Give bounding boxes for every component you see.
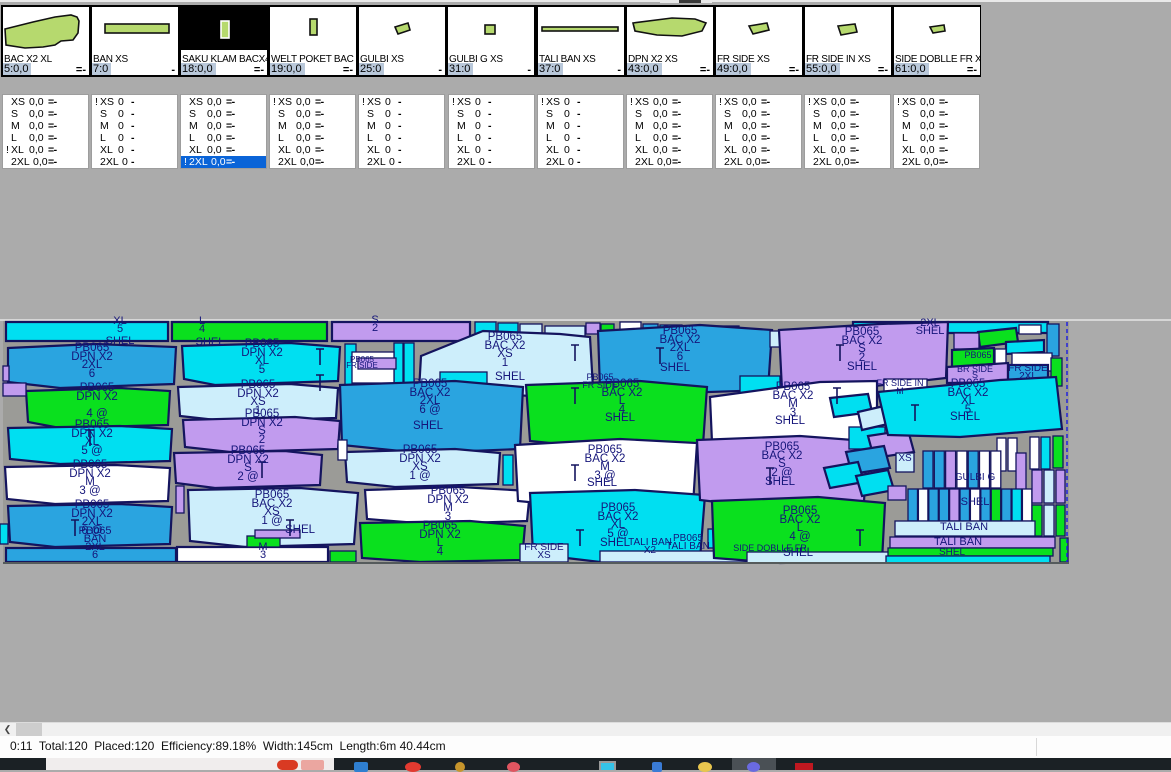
svg-text:SHEL: SHEL [939, 547, 966, 558]
svg-text:1: 1 [502, 357, 508, 369]
svg-text:SHEL: SHEL [847, 361, 878, 373]
svg-text:1 @: 1 @ [261, 515, 282, 527]
svg-text:TALI BAN: TALI BAN [940, 521, 988, 533]
svg-text:4: 4 [437, 546, 444, 558]
svg-text:4 @: 4 @ [789, 531, 810, 543]
svg-text:SHEL: SHEL [413, 420, 444, 432]
svg-text:5: 5 [117, 323, 123, 335]
svg-text:PB065: PB065 [964, 350, 991, 360]
svg-text:SHEL: SHEL [916, 325, 945, 337]
svg-text:2: 2 [372, 322, 378, 334]
svg-text:GULBI G: GULBI G [955, 472, 996, 483]
svg-text:1 @: 1 @ [409, 470, 430, 482]
svg-text:SHEL: SHEL [106, 335, 135, 347]
svg-text:S: S [972, 370, 978, 380]
svg-text:6: 6 [89, 368, 95, 380]
svg-text:3: 3 [260, 549, 266, 561]
svg-text:XS: XS [537, 550, 551, 561]
svg-text:SHEL: SHEL [495, 371, 526, 383]
svg-text:SHEL: SHEL [961, 496, 990, 508]
svg-text:SHEL: SHEL [950, 411, 981, 423]
svg-text:SHEL: SHEL [196, 336, 225, 348]
svg-text:XS: XS [898, 453, 912, 464]
svg-text:SHEL: SHEL [600, 537, 631, 549]
svg-text:SIDE DOBLLE FR: SIDE DOBLLE FR [733, 543, 807, 553]
svg-text:FR SIDE: FR SIDE [582, 380, 618, 390]
svg-text:2 @: 2 @ [237, 471, 258, 483]
svg-text:5 @: 5 @ [81, 445, 102, 457]
svg-text:DPN X2: DPN X2 [76, 391, 118, 403]
svg-text:SHEL: SHEL [285, 524, 316, 536]
svg-text:SHEL: SHEL [587, 477, 618, 489]
svg-text:6 @: 6 @ [419, 404, 440, 416]
svg-text:X2: X2 [644, 545, 657, 556]
svg-text:5: 5 [259, 364, 265, 376]
svg-text:2XL: 2XL [1019, 371, 1037, 382]
svg-text:6: 6 [92, 549, 98, 561]
svg-text:SHEL: SHEL [765, 476, 796, 488]
svg-text:FR SIDE: FR SIDE [346, 361, 378, 370]
svg-text:4: 4 [199, 323, 205, 335]
svg-text:M: M [896, 386, 904, 396]
svg-text:3 @: 3 @ [79, 485, 100, 497]
svg-text:SHEL: SHEL [660, 362, 691, 374]
svg-text:SHEL: SHEL [775, 415, 806, 427]
svg-text:SHEL: SHEL [605, 412, 636, 424]
svg-text:TALI BAN: TALI BAN [666, 541, 710, 552]
